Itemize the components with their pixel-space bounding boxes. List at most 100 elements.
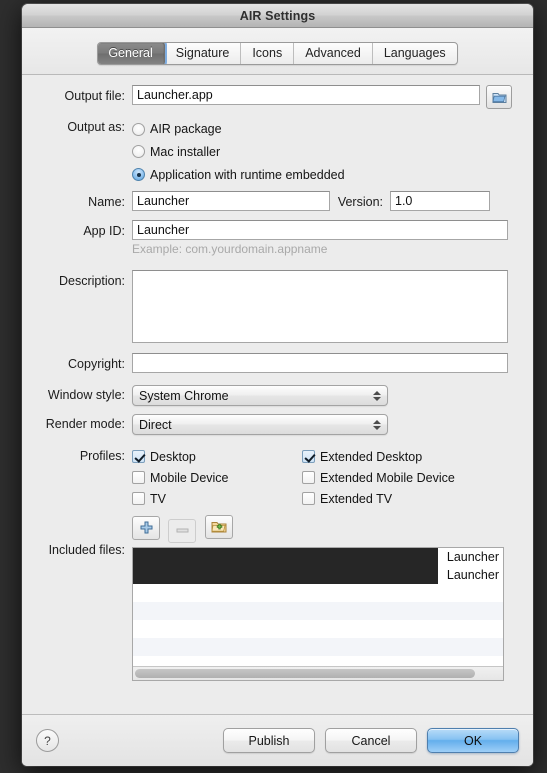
description-label: Description:: [59, 274, 125, 288]
app-id-input[interactable]: [132, 220, 508, 240]
plus-icon: [140, 521, 152, 534]
checkbox-tv-indicator: [132, 492, 145, 505]
checkbox-extended-tv[interactable]: Extended TV: [302, 488, 455, 509]
window-style-select[interactable]: System Chrome: [132, 385, 388, 406]
tab-languages[interactable]: Languages: [373, 43, 457, 64]
copyright-label: Copyright:: [68, 357, 125, 371]
window-style-value: System Chrome: [139, 388, 229, 403]
version-input[interactable]: [390, 191, 490, 211]
copyright-input[interactable]: [132, 353, 508, 373]
checkbox-extended-mobile-device[interactable]: Extended Mobile Device: [302, 467, 455, 488]
air-settings-dialog: AIR Settings General Signature Icons Adv…: [22, 4, 533, 766]
name-version-row: Name: Version:: [22, 191, 533, 211]
chevron-down-icon: [373, 396, 381, 401]
output-as-row: Output as: AIR package Mac installer App…: [22, 118, 533, 186]
chevron-up-icon: [373, 390, 381, 395]
render-mode-select[interactable]: Direct: [132, 414, 388, 435]
remove-file-button: [168, 518, 197, 543]
render-mode-label: Render mode:: [45, 417, 125, 431]
radio-air-package-label: AIR package: [150, 122, 222, 136]
dialog-titlebar: AIR Settings: [22, 4, 533, 28]
included-files-list-wrap: Launcher Launcher: [132, 546, 504, 681]
checkbox-mobile-device-indicator: [132, 471, 145, 484]
desktop-backdrop: AIR Settings General Signature Icons Adv…: [0, 0, 547, 773]
tab-signature[interactable]: Signature: [165, 42, 242, 64]
cancel-button-label: Cancel: [351, 733, 391, 748]
render-mode-value: Direct: [139, 417, 172, 432]
folder-blue-icon: [492, 92, 506, 103]
checkbox-extended-desktop[interactable]: Extended Desktop: [302, 446, 455, 467]
list-item[interactable]: [133, 620, 503, 638]
render-mode-row: Render mode: Direct: [22, 414, 533, 435]
app-id-label: App ID:: [83, 224, 125, 238]
app-id-row: App ID:: [22, 220, 533, 240]
name-input[interactable]: [132, 191, 330, 211]
profiles-row: Profiles: Desktop Mobile Device TV Exten…: [22, 446, 533, 509]
output-file-input[interactable]: [132, 85, 480, 105]
profiles-left-column: Desktop Mobile Device TV: [132, 446, 302, 509]
description-row: Description:: [22, 270, 533, 343]
tab-icons-label: Icons: [252, 46, 283, 60]
add-file-button[interactable]: [132, 515, 160, 540]
checkbox-extended-desktop-label: Extended Desktop: [320, 449, 423, 464]
help-icon: ?: [44, 733, 51, 748]
tab-group: General Signature Icons Advanced Languag…: [97, 41, 458, 65]
list-item[interactable]: [133, 637, 503, 656]
folder-add-icon: [211, 522, 227, 533]
checkbox-mobile-device[interactable]: Mobile Device: [132, 467, 302, 488]
profiles-label: Profiles:: [79, 449, 125, 463]
checkbox-extended-desktop-indicator: [302, 450, 315, 463]
tab-languages-label: Languages: [383, 46, 446, 60]
output-file-browse-button[interactable]: [486, 85, 512, 109]
ok-button[interactable]: OK: [427, 728, 519, 753]
help-button[interactable]: ?: [36, 729, 59, 752]
list-item[interactable]: [133, 601, 503, 620]
scrollbar-thumb[interactable]: [135, 668, 476, 678]
version-label: Version:: [337, 195, 383, 209]
tab-general-label: General: [108, 46, 153, 60]
minus-icon: [176, 528, 189, 533]
checkbox-extended-mobile-device-label: Extended Mobile Device: [320, 470, 455, 485]
included-files-list[interactable]: Launcher Launcher: [133, 547, 503, 666]
checkbox-extended-tv-label: Extended TV: [320, 491, 393, 506]
tab-general[interactable]: General: [98, 42, 165, 64]
publish-button[interactable]: Publish: [223, 728, 315, 753]
output-as-label: Output as:: [67, 120, 125, 134]
description-textarea[interactable]: [132, 270, 508, 343]
list-item[interactable]: [133, 656, 503, 666]
tab-advanced-label: Advanced: [305, 46, 361, 60]
list-item[interactable]: [133, 584, 503, 602]
app-id-hint-row: Example: com.yourdomain.appname: [22, 242, 533, 256]
checkbox-mobile-device-label: Mobile Device: [150, 470, 229, 485]
window-style-row: Window style: System Chrome: [22, 385, 533, 406]
stepper-icon-2: [373, 419, 381, 430]
checkbox-tv[interactable]: TV: [132, 488, 302, 509]
radio-air-package[interactable]: AIR package: [132, 118, 345, 140]
dialog-title: AIR Settings: [239, 8, 316, 23]
copyright-row: Copyright:: [22, 353, 533, 373]
window-style-label: Window style:: [47, 388, 125, 402]
included-files-toolbar: [132, 515, 504, 543]
radio-app-runtime-embedded[interactable]: Application with runtime embedded: [132, 163, 345, 186]
name-label: Name:: [88, 195, 125, 209]
radio-mac-installer-indicator: [132, 145, 145, 158]
general-tab-panel: Output file: Output as: AIR package: [22, 75, 533, 714]
horizontal-scrollbar[interactable]: [133, 665, 503, 680]
included-files-label: Included files:: [48, 543, 125, 557]
tab-strip: General Signature Icons Advanced Languag…: [22, 28, 533, 75]
tab-icons[interactable]: Icons: [241, 42, 295, 64]
checkbox-extended-tv-indicator: [302, 492, 315, 505]
chevron-up-icon: [373, 419, 381, 424]
checkbox-desktop-label: Desktop: [150, 449, 196, 464]
ok-button-label: OK: [463, 733, 483, 748]
add-folder-button[interactable]: [204, 515, 233, 539]
cancel-button[interactable]: Cancel: [325, 728, 417, 753]
output-file-row: Output file:: [22, 85, 533, 109]
radio-app-runtime-embedded-indicator: [132, 168, 145, 181]
redaction-overlay: [133, 547, 438, 584]
radio-mac-installer[interactable]: Mac installer: [132, 140, 345, 163]
tab-signature-label: Signature: [175, 46, 230, 60]
tab-advanced[interactable]: Advanced: [294, 42, 373, 64]
checkbox-desktop[interactable]: Desktop: [132, 446, 302, 467]
radio-air-package-indicator: [132, 122, 145, 136]
